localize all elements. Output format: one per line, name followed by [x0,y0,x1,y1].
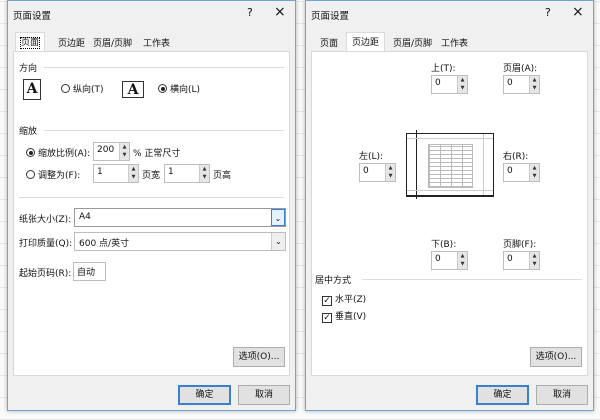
scale-value: 200 [97,145,115,155]
close-button[interactable]: × [572,4,584,20]
tab-label: 页面 [19,37,41,49]
top-margin-label: 上(T): [431,64,456,74]
spinner-arrows-icon[interactable]: ▲ ▼ [199,165,209,182]
header-margin-label: 页眉(A): [503,64,538,74]
landscape-label: 横向(L) [170,85,201,95]
paper-size-value: A4 [79,212,91,222]
paper-size-label: 纸张大小(Z): [19,215,72,225]
print-quality-label: 打印质量(Q): [19,239,73,249]
dialog-title: 页面设置 [13,11,52,22]
tab-sheet[interactable]: 工作表 [436,34,474,51]
cancel-button[interactable]: 取消 [536,385,588,405]
pages-wide-label: 页宽 [142,171,161,181]
footer-margin-value: 0 [507,254,513,264]
spinner-arrows-icon[interactable]: ▲ ▼ [385,164,395,181]
portrait-radio[interactable]: 纵向(T) [61,82,104,95]
checkmark-icon: ✓ [322,296,332,306]
checkmark-icon: ✓ [322,313,332,323]
fit-to-radio[interactable]: 调整为(F): [26,168,80,181]
pages-tall-label: 页高 [213,171,232,181]
right-margin-value: 0 [507,166,513,176]
bottom-margin-value: 0 [435,254,441,264]
print-quality-select[interactable]: 600 点/英寸 ⌄ [74,232,286,251]
left-margin-value: 0 [363,166,369,176]
top-margin-stepper[interactable]: 0 ▲ ▼ [431,75,468,94]
fit-tall-value: 1 [168,167,174,177]
footer-margin-stepper[interactable]: 0 ▲ ▼ [503,251,540,270]
paper-size-select[interactable]: A4 ⌄ [74,208,286,227]
fit-wide-value: 1 [97,167,103,177]
landscape-icon: A [122,81,144,98]
radio-icon [158,84,167,93]
center-on-page-label: 居中方式 [315,276,352,286]
first-page-value: 自动 [77,268,96,278]
left-margin-stepper[interactable]: 0 ▲ ▼ [359,163,396,182]
page-setup-dialog-margins: 页面设置 ? × 页面 页边距 页眉/页脚 工作表 上(T): 0 ▲ ▼ 页眉(A… [305,0,594,411]
fit-tall-stepper[interactable]: 1 ▲ ▼ [164,164,210,183]
radio-icon [61,84,70,93]
spinner-arrows-icon[interactable]: ▲ ▼ [529,252,539,269]
scaling-label: 缩放 [19,127,38,137]
margins-tab-panel: 上(T): 0 ▲ ▼ 页眉(A): 0 ▲ ▼ 左(L): 0 ▲ ▼ 右(R): 0 ▲ ▼… [311,51,588,376]
spinner-arrows-icon[interactable]: ▲ ▼ [457,252,467,269]
bottom-margin-stepper[interactable]: 0 ▲ ▼ [431,251,468,270]
portrait-label: 纵向(T) [73,85,104,95]
bottom-margin-label: 下(B): [431,240,457,250]
help-button[interactable]: ? [247,6,253,19]
scale-percent-stepper[interactable]: 200 ▲ ▼ [93,142,130,161]
adjust-label: 缩放比例(A): [38,149,91,159]
header-margin-stepper[interactable]: 0 ▲ ▼ [503,75,540,94]
tab-margins[interactable]: 页边距 [53,34,91,51]
spinner-arrows-icon[interactable]: ▲ ▼ [529,76,539,93]
chevron-down-icon[interactable]: ⌄ [271,209,285,226]
first-page-input[interactable]: 自动 [73,262,106,281]
header-margin-value: 0 [507,78,513,88]
fit-wide-stepper[interactable]: 1 ▲ ▼ [93,164,139,183]
left-margin-label: 左(L): [359,152,384,162]
close-button[interactable]: × [274,4,286,20]
left-margin-guide [416,130,417,199]
tab-page[interactable]: 页面 [315,34,344,51]
options-button[interactable]: 选项(O)... [530,347,582,367]
cancel-button[interactable]: 取消 [238,385,290,405]
orientation-label: 方向 [19,64,38,74]
right-margin-label: 右(R): [503,152,529,162]
fit-label: 调整为(F): [38,171,81,181]
landscape-radio[interactable]: 横向(L) [158,82,200,95]
center-horizontal-checkbox[interactable]: ✓ 水平(Z) [322,292,366,306]
margin-preview [406,130,494,199]
portrait-icon: A [23,79,41,100]
tab-sheet[interactable]: 工作表 [138,34,176,51]
top-margin-value: 0 [435,78,441,88]
chevron-down-icon[interactable]: ⌄ [271,233,285,250]
footer-margin-label: 页脚(F): [503,240,537,250]
ok-button[interactable]: 确定 [178,385,231,405]
print-quality-value: 600 点/英寸 [79,239,130,249]
vertical-label: 垂直(V) [335,312,367,322]
page-setup-dialog-page: 页面设置 ? × 页面 页边距 页眉/页脚 工作表 方向 A 纵向(T) A 横… [7,0,296,411]
right-margin-stepper[interactable]: 0 ▲ ▼ [503,163,540,182]
tab-header-footer[interactable]: 页眉/页脚 [88,34,138,51]
help-button[interactable]: ? [545,6,551,19]
first-page-label: 起始页码(R): [19,269,72,279]
tab-page[interactable]: 页面 [15,32,46,52]
ok-button[interactable]: 确定 [476,385,529,405]
radio-icon [26,170,35,179]
spinner-arrows-icon[interactable]: ▲ ▼ [128,165,138,182]
tab-margins[interactable]: 页边距 [346,32,386,52]
horizontal-label: 水平(Z) [335,295,367,305]
page-tab-panel: 方向 A 纵向(T) A 横向(L) 缩放 缩放比例(A): 200 ▲ ▼ % 正… [13,51,290,376]
scale-suffix: % 正常尺寸 [133,149,181,159]
center-vertical-checkbox[interactable]: ✓ 垂直(V) [322,309,366,323]
spinner-arrows-icon[interactable]: ▲ ▼ [529,164,539,181]
tab-header-footer[interactable]: 页眉/页脚 [388,34,438,51]
options-button[interactable]: 选项(O)... [233,347,285,367]
radio-icon [26,148,35,157]
table-grid-icon [428,144,473,188]
spinner-arrows-icon[interactable]: ▲ ▼ [457,76,467,93]
adjust-to-radio[interactable]: 缩放比例(A): [26,146,90,159]
dialog-title: 页面设置 [311,11,350,22]
spinner-arrows-icon[interactable]: ▲ ▼ [119,143,129,160]
